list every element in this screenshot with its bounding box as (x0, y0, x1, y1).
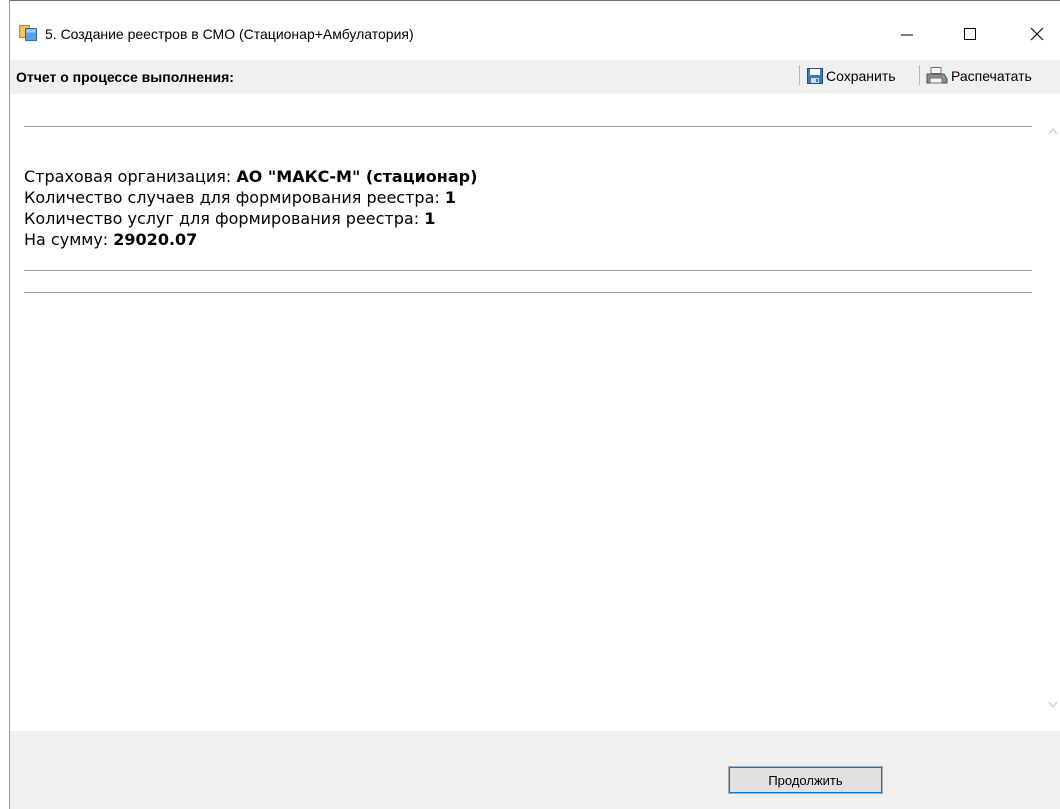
print-label: Распечатать (951, 68, 1032, 84)
app-window-icon (19, 25, 37, 41)
org-label: Страховая организация: (24, 167, 237, 186)
services-label: Количество услуг для формирования реестр… (24, 209, 425, 228)
scroll-down-arrow-icon[interactable] (1048, 696, 1058, 714)
report-panel[interactable]: Страховая организация: АО "МАКС-М" (стац… (10, 94, 1060, 731)
toolbar-separator (919, 65, 920, 85)
report-line-org: Страховая организация: АО "МАКС-М" (стац… (24, 166, 477, 187)
sum-value: 29020.07 (113, 230, 198, 249)
maximize-icon (964, 28, 976, 40)
minimize-button[interactable] (888, 19, 926, 49)
continue-button[interactable]: Продолжить (728, 766, 883, 794)
title-bar[interactable]: 5. Создание реестров в СМО (Стационар+Ам… (10, 1, 1060, 60)
toolbar: Отчет о процессе выполнения: Сохранить Р… (10, 60, 1060, 94)
print-button[interactable]: Распечатать (926, 65, 1032, 87)
toolbar-label: Отчет о процессе выполнения: (16, 69, 234, 85)
dialog-window: 5. Создание реестров в СМО (Стационар+Ам… (9, 0, 1060, 809)
floppy-disk-icon (807, 68, 823, 84)
report-text: Страховая организация: АО "МАКС-М" (стац… (24, 166, 477, 250)
divider (24, 270, 1032, 271)
divider (24, 126, 1032, 127)
window-title: 5. Создание реестров в СМО (Стационар+Ам… (45, 26, 414, 42)
toolbar-separator (799, 65, 800, 85)
report-line-cases: Количество случаев для формирования реес… (24, 187, 477, 208)
printer-icon (926, 67, 948, 84)
report-line-services: Количество услуг для формирования реестр… (24, 208, 477, 229)
divider (24, 292, 1032, 293)
maximize-button[interactable] (951, 19, 989, 49)
cases-label: Количество случаев для формирования реес… (24, 188, 445, 207)
cases-value: 1 (444, 188, 456, 207)
save-label: Сохранить (826, 68, 896, 84)
minimize-icon (901, 34, 913, 36)
close-button[interactable] (1018, 19, 1056, 49)
save-button[interactable]: Сохранить (807, 65, 896, 87)
footer-bar: Продолжить (10, 731, 1060, 809)
scroll-up-arrow-icon[interactable] (1048, 122, 1058, 140)
sum-label: На сумму: (24, 230, 114, 249)
report-line-sum: На сумму: 29020.07 (24, 229, 477, 250)
services-value: 1 (424, 209, 436, 228)
org-value: АО "МАКС-М" (стационар) (236, 167, 478, 186)
close-icon (1030, 27, 1044, 41)
